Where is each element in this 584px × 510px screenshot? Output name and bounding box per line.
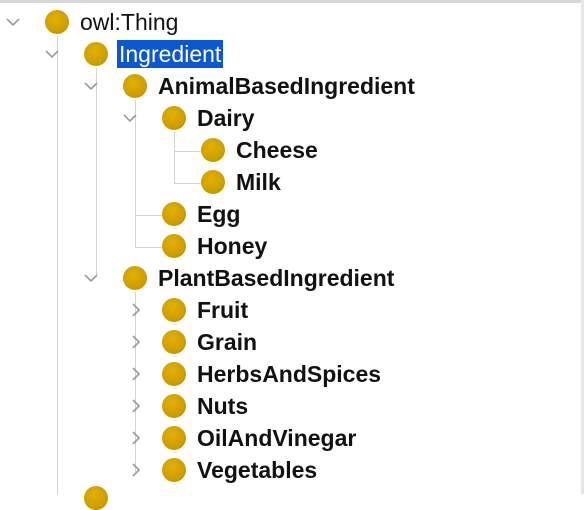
class-bullet-icon [123, 74, 147, 98]
tree-node-milk[interactable]: Milk [201, 166, 283, 198]
class-bullet-icon [162, 298, 186, 322]
class-bullet-icon [84, 42, 108, 66]
tree-node-herbs-and-spices[interactable]: HerbsAndSpices [162, 358, 383, 390]
class-bullet-icon [162, 458, 186, 482]
class-bullet-icon [162, 234, 186, 258]
class-bullet-icon [162, 330, 186, 354]
tree-guide-line [174, 183, 204, 184]
tree-node-fruit[interactable]: Fruit [162, 294, 250, 326]
panel-top-border [0, 0, 584, 3]
tree-node-oil-and-vinegar[interactable]: OilAndVinegar [162, 422, 358, 454]
tree-node-label: owl:Thing [80, 9, 179, 35]
class-bullet-icon [123, 266, 147, 290]
tree-node-ingredient[interactable]: Ingredient [84, 38, 224, 70]
collapse-toggle-icon[interactable] [122, 110, 138, 126]
tree-guide-line [57, 36, 58, 494]
tree-node-honey[interactable]: Honey [162, 230, 269, 262]
tree-node-label: Fruit [197, 297, 249, 323]
tree-node-grain[interactable]: Grain [162, 326, 259, 358]
tree-node-label: Milk [236, 169, 281, 195]
tree-node-label: Dairy [197, 105, 255, 131]
tree-node-label: HerbsAndSpices [197, 361, 382, 387]
expand-toggle-icon[interactable] [128, 302, 144, 318]
tree-guide-line [96, 68, 97, 276]
tree-node-label: Nuts [197, 393, 249, 419]
tree-guide-line [135, 247, 165, 248]
expand-toggle-icon[interactable] [128, 430, 144, 446]
tree-node-label: Honey [197, 233, 268, 259]
tree-node-animal-based-ingredient[interactable]: AnimalBasedIngredient [123, 70, 417, 102]
expand-toggle-icon[interactable] [128, 334, 144, 350]
tree-node-cheese[interactable]: Cheese [201, 134, 320, 166]
tree-node-label: Egg [197, 201, 241, 227]
class-bullet-icon [201, 170, 225, 194]
tree-node-label: AnimalBasedIngredient [158, 73, 415, 99]
expand-toggle-icon[interactable] [128, 366, 144, 382]
tree-node-label: OilAndVinegar [197, 425, 357, 451]
class-bullet-icon [84, 486, 108, 510]
collapse-toggle-icon[interactable] [44, 46, 60, 62]
collapse-toggle-icon[interactable] [5, 14, 21, 30]
tree-guide-line [174, 132, 175, 184]
tree-node-egg[interactable]: Egg [162, 198, 242, 230]
tree-guide-line [135, 215, 165, 216]
class-bullet-icon [162, 106, 186, 130]
class-bullet-icon [201, 138, 225, 162]
tree-node-label: Ingredient [117, 40, 224, 68]
class-bullet-icon [162, 202, 186, 226]
class-bullet-icon [162, 394, 186, 418]
expand-toggle-icon[interactable] [128, 398, 144, 414]
class-bullet-icon [162, 362, 186, 386]
tree-node-label: Vegetables [197, 457, 318, 483]
collapse-toggle-icon[interactable] [83, 78, 99, 94]
class-bullet-icon [45, 10, 69, 34]
tree-node-plant-based-ingredient[interactable]: PlantBasedIngredient [123, 262, 396, 294]
tree-node-dairy[interactable]: Dairy [162, 102, 257, 134]
tree-node-label: Cheese [236, 137, 318, 163]
tree-node-label: PlantBasedIngredient [158, 265, 395, 291]
tree-node-vegetables[interactable]: Vegetables [162, 454, 319, 486]
tree-node-owl-thing[interactable]: owl:Thing [45, 6, 180, 38]
collapse-toggle-icon[interactable] [83, 270, 99, 286]
tree-guide-line [174, 151, 204, 152]
tree-node-nuts[interactable]: Nuts [162, 390, 250, 422]
class-bullet-icon [162, 426, 186, 450]
expand-toggle-icon[interactable] [128, 462, 144, 478]
tree-node-label: Grain [197, 329, 258, 355]
